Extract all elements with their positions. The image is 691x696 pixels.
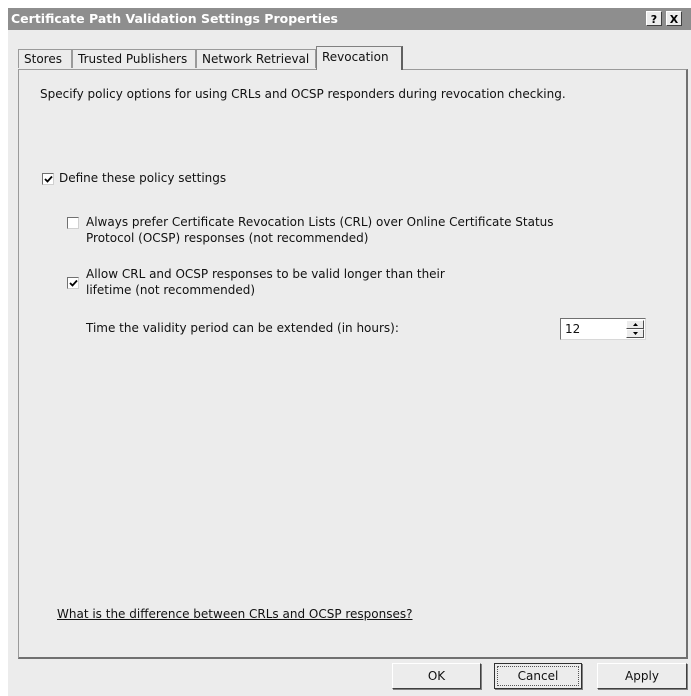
prefer-crl-checkbox[interactable] bbox=[67, 217, 79, 229]
tab-network-retrieval[interactable]: Network Retrieval bbox=[196, 49, 316, 68]
validity-hours-value[interactable]: 12 bbox=[565, 322, 580, 336]
policy-description: Specify policy options for using CRLs an… bbox=[40, 87, 566, 101]
window-title: Certificate Path Validation Settings Pro… bbox=[11, 11, 338, 26]
close-button[interactable]: X bbox=[666, 11, 682, 26]
arrow-down-icon bbox=[633, 332, 638, 335]
tab-trusted-publishers[interactable]: Trusted Publishers bbox=[72, 49, 196, 68]
prefer-crl-label-line2[interactable]: Protocol (OCSP) responses (not recommend… bbox=[86, 231, 368, 245]
ok-button[interactable]: OK bbox=[392, 663, 481, 689]
properties-dialog: Certificate Path Validation Settings Pro… bbox=[8, 8, 691, 696]
checkmark-icon bbox=[69, 279, 78, 287]
tab-revocation[interactable]: Revocation bbox=[316, 46, 403, 70]
cancel-button[interactable]: Cancel bbox=[494, 663, 582, 689]
allow-valid-longer-label-line2[interactable]: lifetime (not recommended) bbox=[86, 283, 255, 297]
crl-ocsp-help-link[interactable]: What is the difference between CRLs and … bbox=[57, 607, 413, 621]
spin-up-button[interactable] bbox=[626, 320, 644, 329]
title-bar[interactable]: Certificate Path Validation Settings Pro… bbox=[8, 8, 691, 30]
apply-button[interactable]: Apply bbox=[597, 663, 687, 689]
spin-down-button[interactable] bbox=[626, 329, 644, 338]
help-button[interactable]: ? bbox=[646, 11, 662, 26]
revocation-panel: Specify policy options for using CRLs an… bbox=[18, 69, 688, 659]
tab-stores[interactable]: Stores bbox=[18, 49, 72, 68]
checkmark-icon bbox=[44, 175, 53, 183]
define-policy-label[interactable]: Define these policy settings bbox=[59, 171, 226, 185]
define-policy-checkbox[interactable] bbox=[42, 173, 54, 185]
allow-valid-longer-checkbox[interactable] bbox=[67, 277, 79, 289]
validity-extension-label: Time the validity period can be extended… bbox=[86, 321, 399, 335]
prefer-crl-label-line1[interactable]: Always prefer Certificate Revocation Lis… bbox=[86, 215, 554, 229]
spinner-buttons bbox=[626, 320, 644, 338]
allow-valid-longer-label-line1[interactable]: Allow CRL and OCSP responses to be valid… bbox=[86, 267, 445, 281]
arrow-up-icon bbox=[633, 323, 638, 326]
validity-hours-spinner[interactable]: 12 bbox=[560, 318, 646, 340]
